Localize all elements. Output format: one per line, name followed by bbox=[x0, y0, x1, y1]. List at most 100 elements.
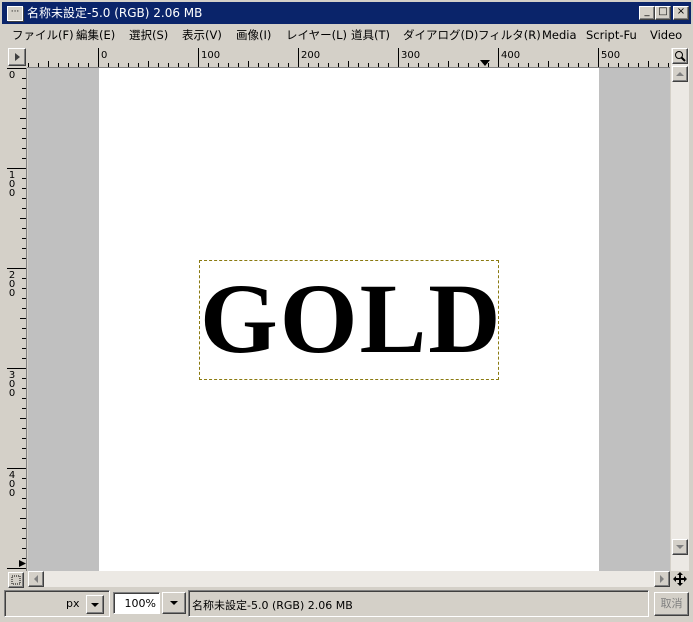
ruler-tick bbox=[658, 63, 659, 67]
hruler-label: 0 bbox=[101, 50, 108, 61]
navigate-button[interactable] bbox=[671, 571, 689, 587]
zoom-value: 100% bbox=[124, 597, 156, 610]
title-bar[interactable]: ··· 名称未設定-5.0 (RGB) 2.06 MB _ □ × bbox=[0, 0, 693, 24]
ruler-tick bbox=[268, 63, 269, 67]
ruler-tick bbox=[22, 388, 26, 389]
ruler-tick bbox=[22, 488, 26, 489]
triangle-right-icon bbox=[15, 53, 20, 61]
window-menu-icon[interactable]: ··· bbox=[7, 6, 23, 21]
ruler-tick bbox=[408, 63, 409, 67]
ruler-tick bbox=[22, 248, 26, 249]
ruler-tick bbox=[7, 468, 26, 469]
menu-dialogs[interactable]: ダイアログ(D) bbox=[399, 24, 482, 46]
menu-file[interactable]: ファイル(F) bbox=[8, 24, 78, 46]
ruler-tick bbox=[78, 63, 79, 67]
ruler-tick bbox=[118, 63, 119, 67]
text-layer-boundary[interactable]: GOLD bbox=[199, 260, 503, 380]
menu-layer[interactable]: レイヤー(L) bbox=[282, 24, 351, 46]
vertical-ruler[interactable]: 0 100 200 300 400 bbox=[7, 68, 27, 571]
ruler-tick bbox=[548, 61, 549, 67]
ruler-tick bbox=[428, 63, 429, 67]
close-button[interactable]: × bbox=[673, 6, 689, 20]
ruler-tick bbox=[358, 63, 359, 67]
ruler-tick bbox=[22, 278, 26, 279]
scroll-right-button[interactable] bbox=[654, 571, 670, 587]
ruler-tick bbox=[458, 63, 459, 67]
arrow-left-icon bbox=[34, 575, 38, 583]
ruler-tick bbox=[20, 318, 26, 319]
menu-edit[interactable]: 編集(E) bbox=[72, 24, 119, 46]
ruler-tick bbox=[22, 188, 26, 189]
ruler-tick bbox=[508, 63, 509, 67]
arrow-up-icon bbox=[676, 72, 684, 76]
scroll-left-button[interactable] bbox=[28, 571, 44, 587]
ruler-tick bbox=[568, 63, 569, 67]
vruler-label: 100 bbox=[8, 170, 16, 199]
ruler-tick bbox=[668, 63, 669, 67]
menu-tools[interactable]: 道具(T) bbox=[347, 24, 394, 46]
hruler-label: 400 bbox=[501, 50, 521, 61]
quick-mask-menu-button[interactable] bbox=[8, 48, 26, 66]
ruler-tick bbox=[22, 138, 26, 139]
menu-image[interactable]: 画像(I) bbox=[232, 24, 275, 46]
ruler-tick bbox=[498, 48, 499, 67]
menu-media[interactable]: Media bbox=[538, 24, 581, 46]
unit-dropdown-button[interactable] bbox=[86, 595, 104, 614]
ruler-tick bbox=[7, 368, 26, 369]
scroll-down-button[interactable] bbox=[672, 539, 688, 555]
zoom-navigation-button[interactable] bbox=[672, 48, 688, 64]
ruler-tick bbox=[22, 98, 26, 99]
menu-filters[interactable]: フィルタ(R) bbox=[474, 24, 545, 46]
maximize-button[interactable]: □ bbox=[655, 6, 671, 20]
unit-value: px bbox=[66, 597, 80, 610]
ruler-tick bbox=[22, 108, 26, 109]
ruler-tick bbox=[538, 63, 539, 67]
ruler-tick bbox=[7, 268, 26, 269]
ruler-tick bbox=[20, 418, 26, 419]
chevron-down-icon bbox=[170, 601, 178, 605]
scroll-up-button[interactable] bbox=[672, 66, 688, 82]
ruler-tick bbox=[20, 518, 26, 519]
ruler-tick bbox=[22, 228, 26, 229]
ruler-tick bbox=[22, 398, 26, 399]
ruler-tick bbox=[618, 63, 619, 67]
minimize-button[interactable]: _ bbox=[639, 6, 655, 20]
window-title: 名称未設定-5.0 (RGB) 2.06 MB bbox=[27, 6, 203, 20]
unit-select[interactable]: px bbox=[58, 595, 106, 615]
menu-select[interactable]: 選択(S) bbox=[125, 24, 172, 46]
ruler-tick bbox=[278, 63, 279, 67]
canvas-text: GOLD bbox=[200, 263, 503, 374]
ruler-tick bbox=[22, 528, 26, 529]
ruler-tick bbox=[22, 88, 26, 89]
ruler-tick bbox=[108, 63, 109, 67]
ruler-tick bbox=[22, 258, 26, 259]
ruler-tick bbox=[22, 498, 26, 499]
vertical-scrollbar[interactable] bbox=[671, 48, 689, 571]
ruler-tick bbox=[328, 63, 329, 67]
vruler-label: 0 bbox=[8, 70, 16, 81]
horizontal-scrollbar[interactable] bbox=[28, 571, 670, 587]
ruler-tick bbox=[22, 178, 26, 179]
zoom-input[interactable]: 100% bbox=[113, 592, 160, 614]
ruler-tick bbox=[218, 63, 219, 67]
cancel-button[interactable]: 取消 bbox=[654, 592, 689, 616]
quick-mask-toggle-button[interactable] bbox=[8, 572, 24, 588]
zoom-dropdown-button[interactable] bbox=[162, 592, 186, 614]
ruler-tick bbox=[22, 208, 26, 209]
hruler-label: 500 bbox=[601, 50, 621, 61]
ruler-tick bbox=[298, 48, 299, 67]
ruler-tick bbox=[478, 63, 479, 67]
horizontal-ruler[interactable]: 0 100 200 300 400 500 bbox=[27, 48, 670, 68]
ruler-tick bbox=[168, 63, 169, 67]
menu-view[interactable]: 表示(V) bbox=[178, 24, 226, 46]
ruler-tick bbox=[7, 168, 26, 169]
ruler-tick bbox=[198, 48, 199, 67]
ruler-tick bbox=[148, 61, 149, 67]
ruler-tick bbox=[128, 63, 129, 67]
menu-script-fu[interactable]: Script-Fu bbox=[582, 24, 641, 46]
ruler-tick bbox=[22, 328, 26, 329]
ruler-tick bbox=[22, 438, 26, 439]
ruler-tick bbox=[48, 61, 49, 67]
ruler-tick bbox=[98, 48, 99, 67]
menu-video[interactable]: Video bbox=[646, 24, 686, 46]
